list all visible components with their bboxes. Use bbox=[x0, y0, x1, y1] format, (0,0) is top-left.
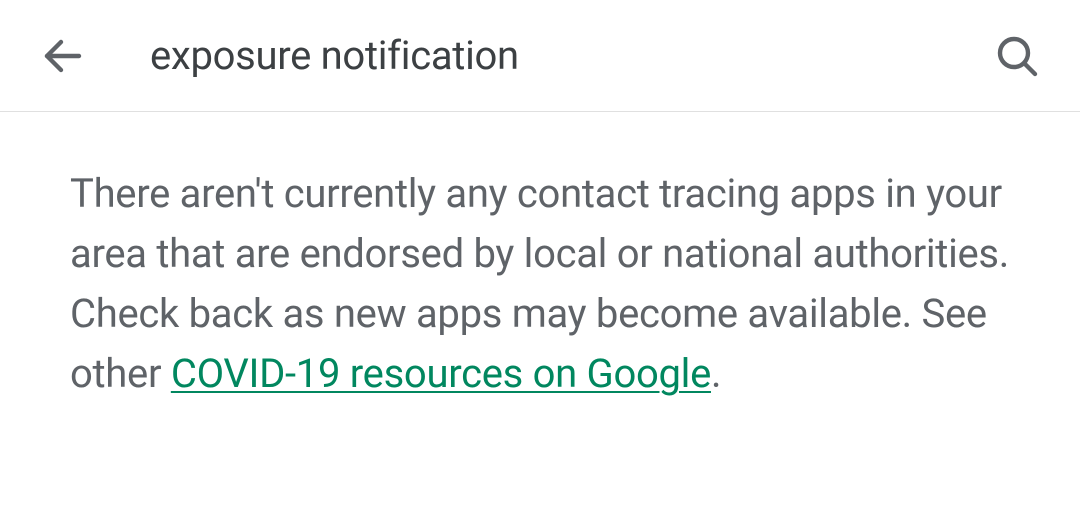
content-area: There aren't currently any contact traci… bbox=[0, 112, 1080, 456]
search-icon bbox=[993, 32, 1041, 80]
message-text-after: . bbox=[711, 350, 721, 397]
back-button[interactable] bbox=[28, 21, 98, 91]
arrow-back-icon bbox=[39, 32, 87, 80]
search-button[interactable] bbox=[982, 21, 1052, 91]
covid-resources-link[interactable]: COVID-19 resources on Google bbox=[171, 350, 711, 397]
header-bar: exposure notification bbox=[0, 0, 1080, 112]
info-message: There aren't currently any contact traci… bbox=[70, 164, 1010, 404]
search-query-text[interactable]: exposure notification bbox=[98, 32, 982, 79]
